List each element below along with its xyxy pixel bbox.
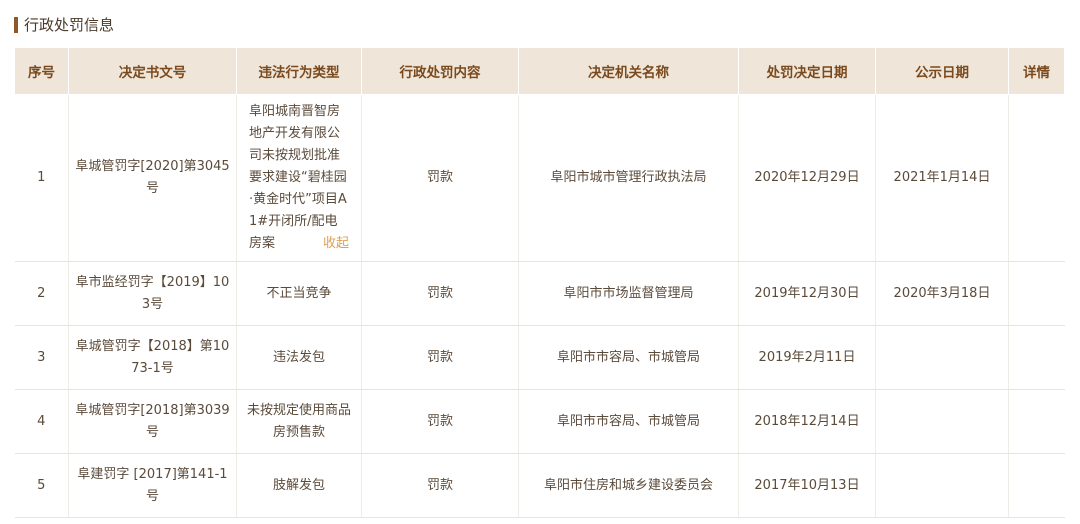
cell-doc-no: 阜城管罚字【2018】第1073-1号 — [68, 325, 237, 390]
cell-doc-no: 阜城管罚字[2020]第3045号 — [68, 94, 237, 262]
table-header-row: 序号 决定书文号 违法行为类型 行政处罚内容 决定机关名称 处罚决定日期 公示日… — [14, 47, 1065, 95]
table-row: 4 阜城管罚字[2018]第3039号 未按规定使用商品房预售款 罚款 阜阳市市… — [14, 389, 1065, 454]
header-doc-no: 决定书文号 — [68, 47, 237, 95]
cell-authority: 阜阳市住房和城乡建设委员会 — [518, 453, 739, 518]
cell-violation: 肢解发包 — [236, 453, 362, 518]
header-violation: 违法行为类型 — [236, 47, 362, 95]
cell-publish-date — [875, 389, 1009, 454]
cell-publish-date: 2020年3月18日 — [875, 261, 1009, 326]
cell-content: 罚款 — [361, 325, 519, 390]
cell-content: 罚款 — [361, 389, 519, 454]
cell-no: 1 — [14, 94, 69, 262]
cell-authority: 阜阳市市场监督管理局 — [518, 261, 739, 326]
cell-decision-date: 2018年12月14日 — [738, 389, 876, 454]
collapse-link[interactable]: 收起 — [323, 233, 349, 255]
cell-detail — [1008, 325, 1065, 390]
cell-violation: 阜阳城南晋智房地产开发有限公司未按规划批准要求建设“碧桂园·黄金时代”项目A1#… — [236, 94, 362, 262]
table-row: 1 阜城管罚字[2020]第3045号 阜阳城南晋智房地产开发有限公司未按规划批… — [14, 94, 1065, 262]
cell-violation: 不正当竞争 — [236, 261, 362, 326]
section-title: 行政处罚信息 — [14, 14, 114, 35]
cell-doc-no: 阜建罚字 [2017]第141-1号 — [68, 453, 237, 518]
cell-authority: 阜阳市城市管理行政执法局 — [518, 94, 739, 262]
table-row: 5 阜建罚字 [2017]第141-1号 肢解发包 罚款 阜阳市住房和城乡建设委… — [14, 453, 1065, 518]
cell-decision-date: 2019年2月11日 — [738, 325, 876, 390]
cell-no: 2 — [14, 261, 69, 326]
header-authority: 决定机关名称 — [518, 47, 739, 95]
cell-decision-date: 2019年12月30日 — [738, 261, 876, 326]
title-marker — [14, 16, 18, 33]
cell-authority: 阜阳市市容局、市城管局 — [518, 325, 739, 390]
cell-detail — [1008, 453, 1065, 518]
table-row: 3 阜城管罚字【2018】第1073-1号 违法发包 罚款 阜阳市市容局、市城管… — [14, 325, 1065, 390]
cell-publish-date: 2021年1月14日 — [875, 94, 1009, 262]
cell-content: 罚款 — [361, 261, 519, 326]
cell-decision-date: 2020年12月29日 — [738, 94, 876, 262]
header-no: 序号 — [14, 47, 69, 95]
violation-text: 阜阳城南晋智房地产开发有限公司未按规划批准要求建设“碧桂园·黄金时代”项目A1#… — [249, 104, 347, 251]
cell-detail — [1008, 261, 1065, 326]
cell-detail — [1008, 94, 1065, 262]
header-decision-date: 处罚决定日期 — [738, 47, 876, 95]
cell-violation: 违法发包 — [236, 325, 362, 390]
cell-authority: 阜阳市市容局、市城管局 — [518, 389, 739, 454]
cell-content: 罚款 — [361, 94, 519, 262]
cell-detail — [1008, 389, 1065, 454]
cell-doc-no: 阜城管罚字[2018]第3039号 — [68, 389, 237, 454]
cell-publish-date — [875, 453, 1009, 518]
cell-no: 5 — [14, 453, 69, 518]
cell-no: 3 — [14, 325, 69, 390]
header-publish-date: 公示日期 — [875, 47, 1009, 95]
cell-doc-no: 阜市监经罚字【2019】103号 — [68, 261, 237, 326]
header-content: 行政处罚内容 — [361, 47, 519, 95]
cell-publish-date — [875, 325, 1009, 390]
header-detail: 详情 — [1008, 47, 1065, 95]
cell-violation: 未按规定使用商品房预售款 — [236, 389, 362, 454]
cell-content: 罚款 — [361, 453, 519, 518]
penalty-table: 序号 决定书文号 违法行为类型 行政处罚内容 决定机关名称 处罚决定日期 公示日… — [14, 47, 1065, 518]
table-row: 2 阜市监经罚字【2019】103号 不正当竞争 罚款 阜阳市市场监督管理局 2… — [14, 261, 1065, 326]
section-title-text: 行政处罚信息 — [24, 16, 115, 34]
cell-no: 4 — [14, 389, 69, 454]
cell-decision-date: 2017年10月13日 — [738, 453, 876, 518]
